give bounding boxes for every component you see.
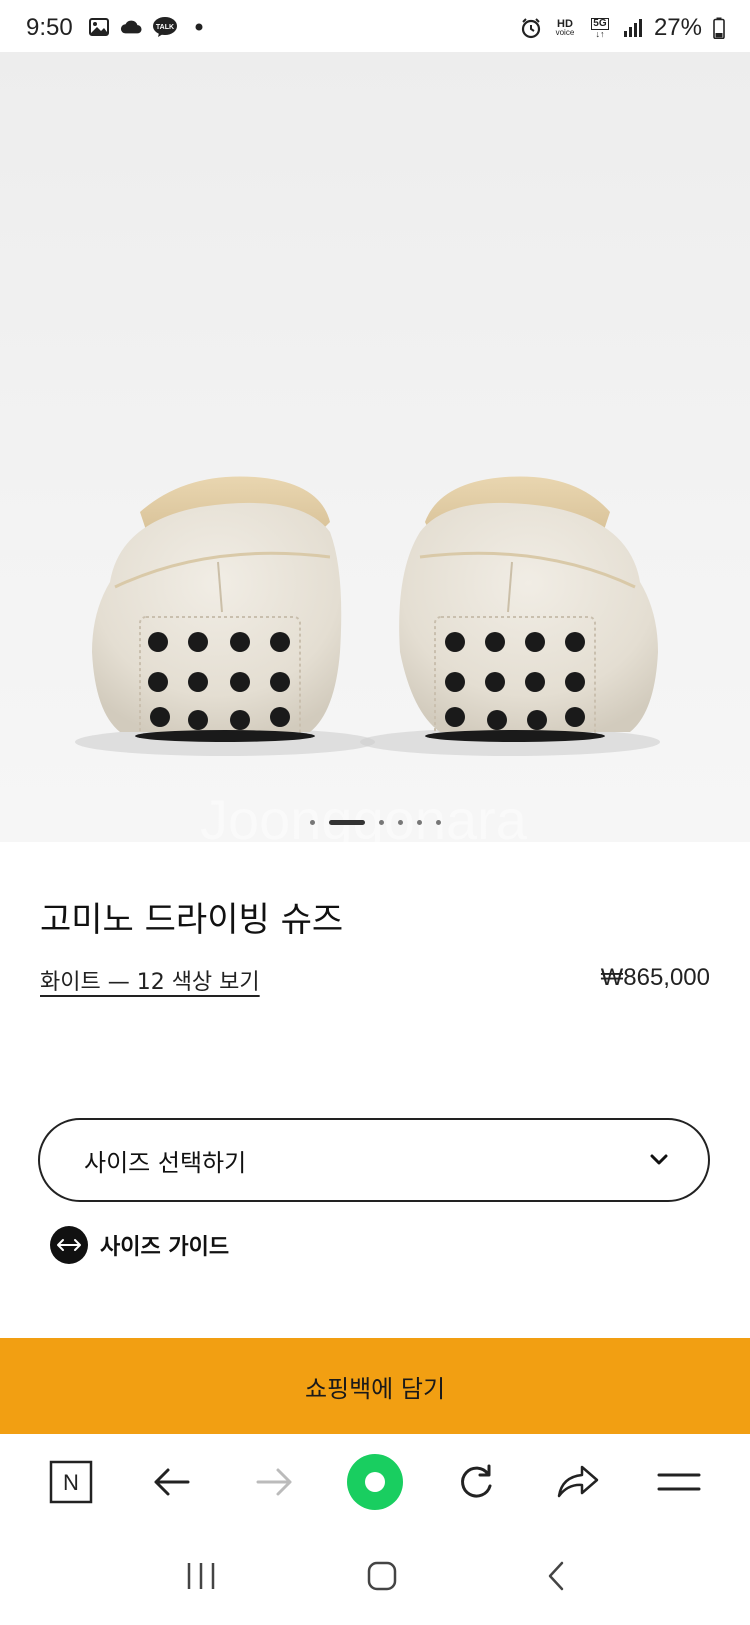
svg-text:N: N xyxy=(63,1470,79,1495)
status-notification-icons: TALK xyxy=(88,16,210,38)
green-dot-icon xyxy=(346,1454,403,1510)
right-shoe xyxy=(399,476,658,742)
kakaotalk-icon: TALK xyxy=(152,16,178,38)
refresh-icon xyxy=(461,1464,492,1498)
system-back-button[interactable] xyxy=(546,1560,566,1596)
battery-icon xyxy=(712,17,726,39)
left-shoe xyxy=(92,476,342,742)
naver-n-icon: N xyxy=(49,1460,92,1504)
color-options-link[interactable]: 화이트 — 12 색상 보기 xyxy=(40,964,260,996)
product-title: 고미노 드라이빙 슈즈 xyxy=(40,900,344,940)
carousel-indicator xyxy=(0,820,750,825)
cloud-icon xyxy=(120,16,142,38)
android-navigation-bar xyxy=(0,1530,750,1625)
forward-arrow-icon xyxy=(256,1468,292,1496)
status-system-icons: HD voice 5G ↓↑ 27% xyxy=(520,14,726,42)
size-select-dropdown[interactable]: 사이즈 선택하기 xyxy=(38,1118,710,1202)
product-price: ₩865,000 xyxy=(600,964,710,991)
share-icon xyxy=(557,1465,599,1498)
dot-icon xyxy=(188,16,210,38)
status-bar: 9:50 TALK HD voice 5G ↓↑ 27% xyxy=(0,0,750,52)
product-info-sheet: 고미노 드라이빙 슈즈 화이트 — 12 색상 보기 ₩865,000 사이즈 … xyxy=(0,842,750,1338)
size-select-label: 사이즈 선택하기 xyxy=(84,1148,247,1177)
hd-voice-icon: HD voice xyxy=(555,18,575,37)
carousel-dot[interactable] xyxy=(378,820,384,825)
home-button[interactable] xyxy=(366,1560,398,1596)
product-photo xyxy=(75,476,660,756)
recent-apps-icon xyxy=(187,1562,215,1589)
status-time: 9:50 xyxy=(26,14,73,41)
size-guide-icon xyxy=(50,1226,88,1264)
chevron-down-icon xyxy=(650,1151,668,1170)
carousel-dot[interactable] xyxy=(435,820,441,825)
share-button[interactable] xyxy=(548,1452,608,1512)
carousel-dot[interactable] xyxy=(309,820,315,825)
back-button[interactable] xyxy=(142,1452,202,1512)
carousel-dot[interactable] xyxy=(416,820,422,825)
add-to-bag-label: 쇼핑백에 담기 xyxy=(304,1374,446,1403)
add-to-bag-button[interactable]: 쇼핑백에 담기 xyxy=(0,1338,750,1434)
recent-apps-button[interactable] xyxy=(184,1561,218,1595)
menu-button[interactable] xyxy=(649,1452,709,1512)
forward-button[interactable] xyxy=(244,1452,304,1512)
carousel-dot[interactable] xyxy=(397,820,403,825)
product-image-carousel[interactable]: Joonggonara xyxy=(0,52,750,842)
refresh-button[interactable] xyxy=(446,1452,506,1512)
carousel-dot-active[interactable] xyxy=(328,820,365,825)
naver-home-button[interactable]: N xyxy=(41,1452,101,1512)
5g-icon: 5G ↓↑ xyxy=(591,17,609,39)
gallery-icon xyxy=(88,16,110,38)
browser-toolbar: N xyxy=(0,1434,750,1530)
battery-percent: 27% xyxy=(653,14,702,41)
watermark: Joonggonara xyxy=(200,788,527,842)
home-icon xyxy=(367,1561,397,1590)
svg-text:TALK: TALK xyxy=(156,24,174,31)
signal-icon xyxy=(622,17,644,39)
system-back-icon xyxy=(548,1561,564,1590)
alarm-icon xyxy=(520,17,542,39)
back-arrow-icon xyxy=(154,1468,190,1496)
size-guide-link[interactable]: 사이즈 가이드 xyxy=(50,1226,229,1264)
menu-icon xyxy=(657,1473,701,1491)
green-dot-button[interactable] xyxy=(345,1452,405,1512)
size-guide-label: 사이즈 가이드 xyxy=(100,1235,230,1260)
